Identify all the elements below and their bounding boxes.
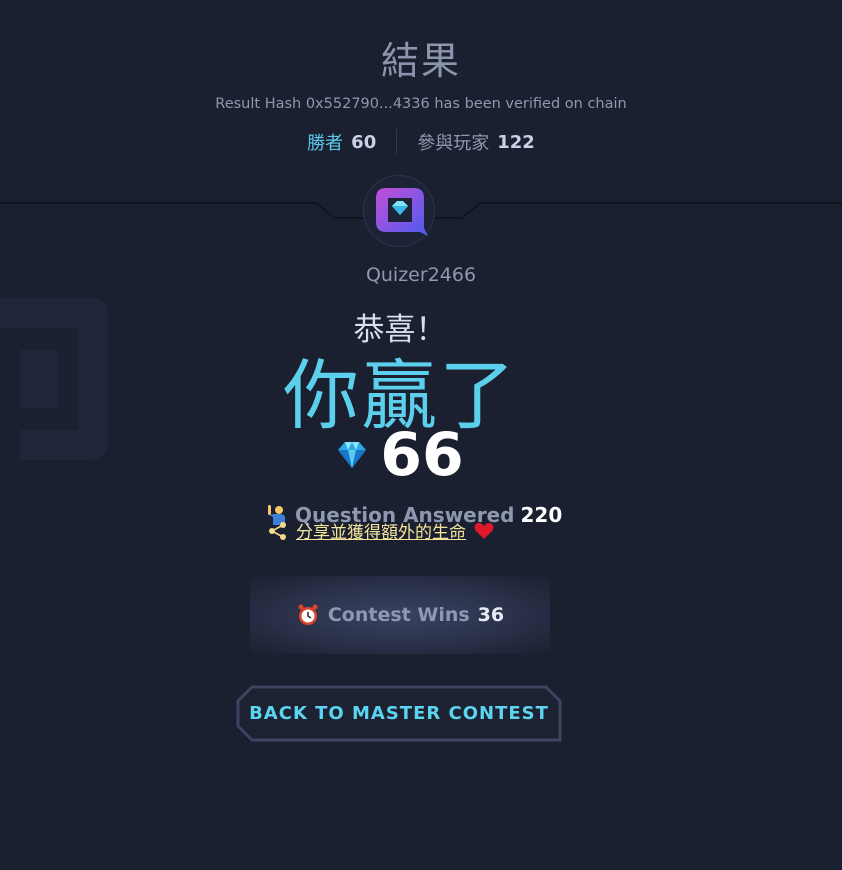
participants-stat: 參與玩家 122 <box>397 129 555 155</box>
alarm-clock-icon <box>298 604 318 625</box>
winners-stat: 勝者 60 <box>287 129 396 155</box>
username: Quizer2466 <box>365 264 477 286</box>
diamond-icon <box>338 442 367 468</box>
contest-wins-label: Contest Wins <box>327 604 470 626</box>
share-icon <box>269 521 286 540</box>
share-link[interactable]: 分享並獲得額外的生命 <box>268 518 494 543</box>
heart-icon <box>474 522 494 539</box>
result-title: 結果 <box>380 39 461 83</box>
participants-value: 122 <box>497 131 535 153</box>
result-hash-text: Result Hash 0x552790...4336 has been ver… <box>215 96 627 112</box>
score-display: 66 <box>0 420 800 490</box>
contest-wins-panel: Contest Wins 36 <box>250 576 550 654</box>
winners-label: 勝者 <box>307 133 344 154</box>
back-button-label: BACK TO MASTER CONTEST <box>249 703 549 724</box>
share-link-label[interactable]: 分享並獲得額外的生命 <box>296 518 466 543</box>
avatar <box>363 175 435 247</box>
back-to-master-contest-button[interactable]: BACK TO MASTER CONTEST <box>236 685 562 742</box>
questions-answered-value: 220 <box>520 503 563 527</box>
participants-label: 參與玩家 <box>417 133 490 154</box>
quiz-logo-icon <box>376 188 428 236</box>
winners-value: 60 <box>351 131 377 153</box>
contest-wins-value: 36 <box>477 604 505 626</box>
score-value: 66 <box>380 420 464 490</box>
stats-bar: 勝者 60 參與玩家 122 <box>0 128 842 156</box>
